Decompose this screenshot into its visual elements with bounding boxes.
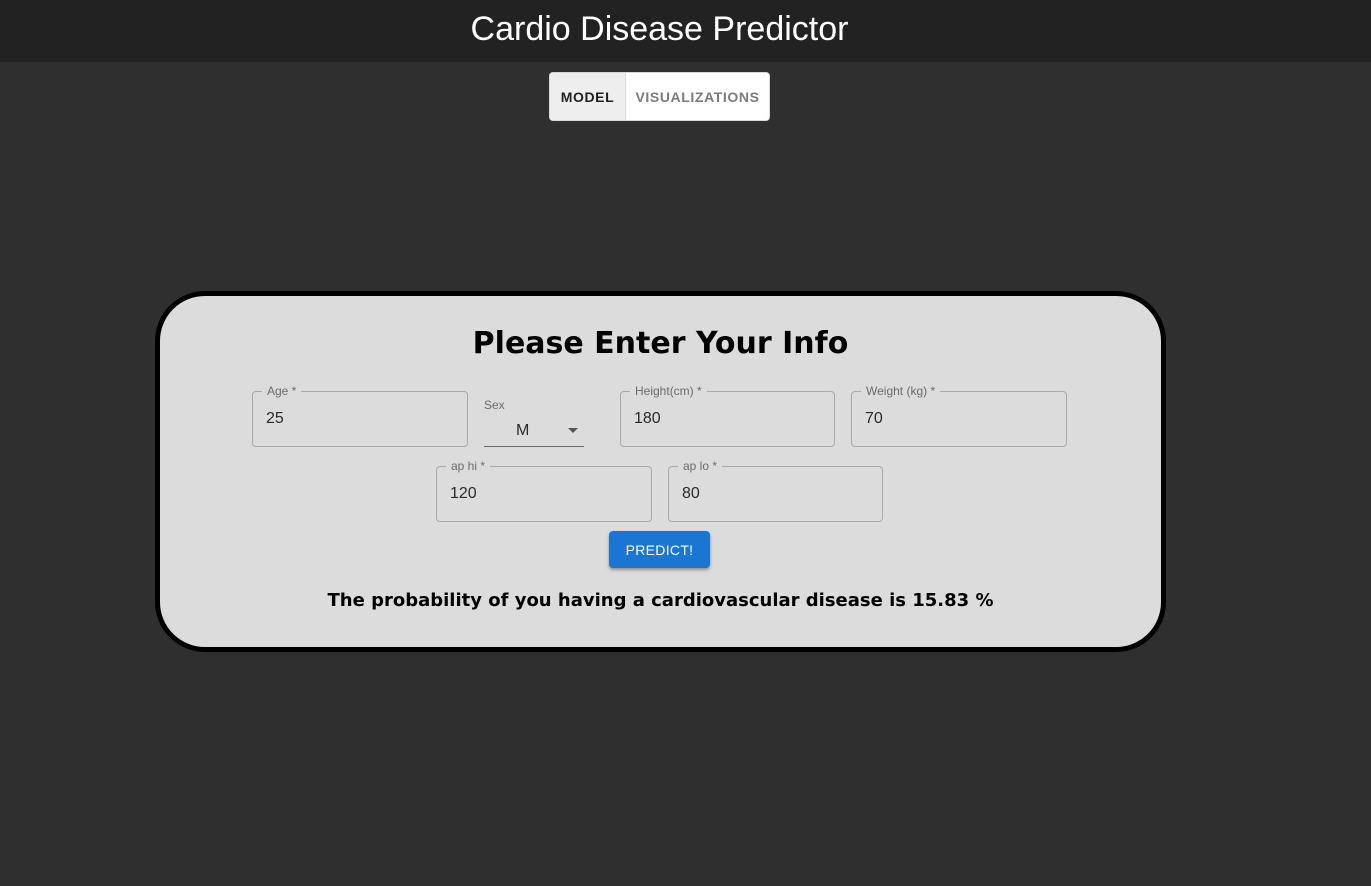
sex-value: M xyxy=(516,422,530,439)
tab-model[interactable]: MODEL xyxy=(550,73,626,120)
ap-hi-field[interactable]: ap hi * 120 xyxy=(436,459,652,522)
ap-hi-label: ap hi * xyxy=(446,459,491,473)
age-input[interactable]: 25 xyxy=(266,409,284,429)
weight-input[interactable]: 70 xyxy=(865,409,883,429)
ap-lo-label: ap lo * xyxy=(678,459,723,473)
sex-label: Sex xyxy=(484,398,505,412)
info-card: Please Enter Your Info Age * 25 Sex M He… xyxy=(155,291,1166,652)
height-input[interactable]: 180 xyxy=(634,409,661,429)
predict-button[interactable]: PREDICT! xyxy=(609,531,710,568)
ap-lo-field[interactable]: ap lo * 80 xyxy=(668,459,883,522)
sex-select[interactable]: M xyxy=(484,416,584,447)
ap-lo-input[interactable]: 80 xyxy=(682,484,700,504)
app-header: Cardio Disease Predictor xyxy=(0,0,1371,62)
result-text: The probability of you having a cardiova… xyxy=(327,590,994,611)
height-label: Height(cm) * xyxy=(630,384,707,398)
age-label: Age * xyxy=(262,384,302,398)
weight-label: Weight (kg) * xyxy=(861,384,941,398)
weight-field[interactable]: Weight (kg) * 70 xyxy=(851,384,1067,447)
app-title: Cardio Disease Predictor xyxy=(470,10,849,48)
age-field[interactable]: Age * 25 xyxy=(252,384,468,447)
caret-down-icon xyxy=(568,428,578,433)
form-title: Please Enter Your Info xyxy=(472,326,849,361)
tab-visualizations[interactable]: VISUALIZATIONS xyxy=(626,73,769,120)
ap-hi-input[interactable]: 120 xyxy=(450,484,477,504)
height-field[interactable]: Height(cm) * 180 xyxy=(620,384,835,447)
tab-group: MODEL VISUALIZATIONS xyxy=(549,72,770,121)
